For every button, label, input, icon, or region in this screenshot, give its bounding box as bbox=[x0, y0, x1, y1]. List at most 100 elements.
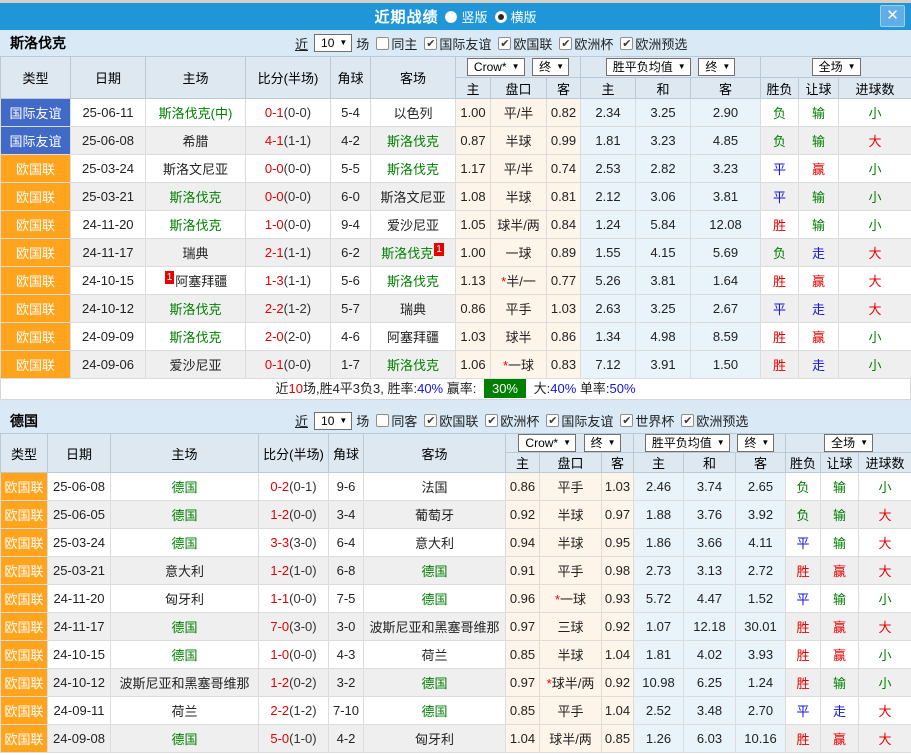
match-score: 5-0(1-0) bbox=[259, 725, 329, 753]
corner-count: 6-4 bbox=[329, 529, 364, 557]
result-value: 大 bbox=[879, 704, 892, 719]
halftime-score: (3-0) bbox=[289, 535, 316, 550]
avg-draw: 4.98 bbox=[636, 323, 691, 351]
games-label: 场 bbox=[356, 411, 369, 430]
close-button[interactable]: ✕ bbox=[880, 5, 905, 27]
odds-home: 0.85 bbox=[506, 641, 540, 669]
fulltime-score: 0-1 bbox=[265, 357, 284, 372]
team-name: 德国 bbox=[171, 480, 197, 495]
result-goals: 大 bbox=[859, 697, 911, 725]
result-value: 赢 bbox=[833, 648, 846, 663]
fullmatch-dropdown[interactable]: 全场▼ bbox=[812, 58, 861, 76]
result-value: 大 bbox=[869, 302, 882, 317]
result-handicap: 走 bbox=[799, 239, 839, 267]
layout-radio-horizontal[interactable]: 横版 bbox=[495, 7, 537, 26]
match-score: 1-0(0-0) bbox=[259, 641, 329, 669]
team-name: 匈牙利 bbox=[415, 732, 454, 747]
result-wdl: 平 bbox=[761, 295, 799, 323]
section-divider bbox=[0, 400, 911, 408]
odds-handicap: 平/半 bbox=[491, 155, 547, 183]
match-count-dropdown[interactable]: 10▼ bbox=[314, 34, 352, 52]
competition-checkbox[interactable] bbox=[681, 414, 694, 427]
competition-checkbox[interactable] bbox=[424, 414, 437, 427]
result-goals: 大 bbox=[859, 725, 911, 753]
match-row: 欧国联25-06-05德国1-2(0-0)3-4葡萄牙0.92半球0.971.8… bbox=[1, 501, 911, 529]
competition-label: 欧洲预选 bbox=[696, 411, 748, 430]
result-wdl: 负 bbox=[761, 127, 799, 155]
avg-draw: 3.91 bbox=[636, 351, 691, 379]
team-name: 斯洛伐克 bbox=[169, 218, 221, 233]
competition-checkbox[interactable] bbox=[498, 37, 511, 50]
halftime-score: (0-0) bbox=[284, 217, 311, 232]
odds-handicap: 球半 bbox=[491, 323, 547, 351]
odds-handicap: 平手 bbox=[491, 295, 547, 323]
result-value: 平 bbox=[773, 190, 786, 205]
match-date: 24-11-20 bbox=[71, 211, 146, 239]
result-value: 赢 bbox=[833, 564, 846, 579]
radio-icon bbox=[445, 11, 457, 23]
fullmatch-dropdown[interactable]: 全场▼ bbox=[824, 434, 873, 452]
odds-away: 0.89 bbox=[547, 239, 581, 267]
competition-checkbox[interactable] bbox=[620, 37, 633, 50]
match-type-cell: 欧国联 bbox=[1, 295, 71, 323]
competition-checkbox[interactable] bbox=[620, 414, 633, 427]
fulltime-score: 4-1 bbox=[265, 133, 284, 148]
halftime-score: (0-0) bbox=[284, 357, 311, 372]
same-venue-checkbox[interactable] bbox=[376, 37, 389, 50]
avg-draw: 12.18 bbox=[684, 613, 736, 641]
competition-checkbox[interactable] bbox=[424, 37, 437, 50]
away-team: 波斯尼亚和黑塞哥维那 bbox=[364, 613, 506, 641]
result-handicap: 赢 bbox=[799, 155, 839, 183]
match-count-dropdown[interactable]: 10▼ bbox=[314, 412, 352, 430]
odds-away: 0.77 bbox=[547, 267, 581, 295]
col-date: 日期 bbox=[71, 57, 146, 99]
avg-draw: 3.25 bbox=[636, 99, 691, 127]
home-team: 德国 bbox=[111, 613, 259, 641]
odds-final-dropdown[interactable]: 终▼ bbox=[584, 434, 621, 452]
col-avg-home: 主 bbox=[581, 78, 636, 99]
match-score: 1-2(1-0) bbox=[259, 557, 329, 585]
odds-source-dropdown[interactable]: Crow*▼ bbox=[467, 58, 525, 76]
match-score: 0-2(0-1) bbox=[259, 473, 329, 501]
col-odds-handicap: 盘口 bbox=[540, 453, 602, 473]
match-date: 25-03-24 bbox=[48, 529, 111, 557]
same-venue-checkbox[interactable] bbox=[376, 414, 389, 427]
wdl-final-dropdown[interactable]: 终▼ bbox=[698, 58, 735, 76]
recent-link[interactable]: 近 bbox=[295, 34, 308, 53]
layout-radio-vertical[interactable]: 竖版 bbox=[445, 7, 487, 26]
match-type-cell: 国际友谊 bbox=[1, 99, 71, 127]
result-value: 大 bbox=[869, 246, 882, 261]
match-score: 7-0(3-0) bbox=[259, 613, 329, 641]
recent-link[interactable]: 近 bbox=[295, 411, 308, 430]
odds-handicap: 半球 bbox=[491, 183, 547, 211]
summary-segment: 赢率: bbox=[443, 381, 480, 396]
col-corner: 角球 bbox=[331, 57, 371, 99]
competition-checkbox[interactable] bbox=[546, 414, 559, 427]
filter-bar: 近10▼场同主国际友谊欧国联欧洲杯欧洲预选 bbox=[295, 34, 687, 53]
col-result-wdl: 胜负 bbox=[786, 453, 821, 473]
col-type: 类型 bbox=[1, 57, 71, 99]
chevron-down-icon: ▼ bbox=[860, 436, 868, 450]
col-avg-away: 客 bbox=[691, 78, 761, 99]
odds-final-dropdown[interactable]: 终▼ bbox=[532, 58, 569, 76]
wdl-final-dropdown[interactable]: 终▼ bbox=[737, 434, 774, 452]
result-wdl: 胜 bbox=[786, 641, 821, 669]
match-type-cell: 欧国联 bbox=[1, 585, 48, 613]
team-name: 以色列 bbox=[393, 106, 432, 121]
result-goals: 小 bbox=[859, 669, 911, 697]
result-handicap: 输 bbox=[799, 211, 839, 239]
col-avg-draw: 和 bbox=[636, 78, 691, 99]
wdl-source-dropdown[interactable]: 胜平负均值▼ bbox=[645, 434, 730, 452]
match-date: 24-11-20 bbox=[48, 585, 111, 613]
result-value: 输 bbox=[833, 676, 846, 691]
odds-source-dropdown[interactable]: Crow*▼ bbox=[518, 434, 576, 452]
result-handicap: 输 bbox=[799, 99, 839, 127]
match-row: 欧国联24-11-17瑞典2-1(1-1)6-2斯洛伐克11.00一球0.891… bbox=[1, 239, 911, 267]
odds-home: 1.04 bbox=[506, 725, 540, 753]
halftime-score: (1-2) bbox=[284, 301, 311, 316]
col-result-goals: 进球数 bbox=[859, 453, 911, 473]
team-name: 斯洛伐克 bbox=[10, 33, 66, 53]
wdl-source-dropdown[interactable]: 胜平负均值▼ bbox=[606, 58, 691, 76]
competition-checkbox[interactable] bbox=[485, 414, 498, 427]
competition-checkbox[interactable] bbox=[559, 37, 572, 50]
